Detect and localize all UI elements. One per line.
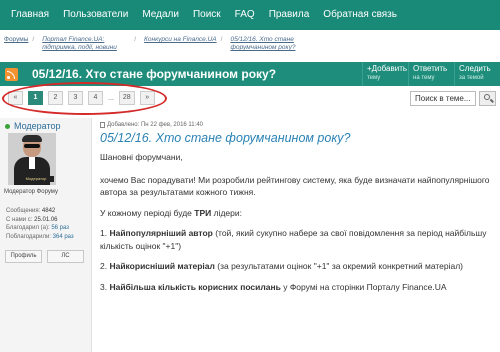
post-meta: Добавлено: Пн 22 фев, 2016 11:40: [100, 122, 490, 128]
page-ellipsis: ...: [108, 94, 114, 102]
item-2-text: (за результатами оцінок "+1" за окремий …: [214, 261, 464, 271]
search-icon-handle: [490, 98, 494, 103]
page-prev-button[interactable]: «: [8, 91, 23, 105]
reply-label: Ответить: [413, 64, 448, 73]
watch-topic-label: Следить: [459, 64, 491, 73]
leaders-prefix: У кожному періоді буде: [100, 207, 195, 218]
reply-button[interactable]: Ответить на тему: [408, 62, 454, 86]
post-author-panel: Модератор Модератор Модератор Форуму Соо…: [0, 118, 92, 352]
private-message-button[interactable]: ЛС: [47, 250, 84, 263]
breadcrumb-link-forums[interactable]: Форумы: [4, 36, 28, 44]
watch-topic-sublabel: за темой: [459, 75, 484, 81]
post-icon: [100, 122, 105, 128]
page-button-2[interactable]: 2: [48, 91, 63, 105]
leaders-suffix: лідери:: [211, 207, 242, 218]
leaders-count: ТРИ: [194, 207, 212, 218]
item-2-title: Найкорисніший матеріал: [109, 261, 215, 271]
page-button-last[interactable]: 28: [118, 91, 135, 105]
stat-messages-label: Сообщения:: [6, 208, 41, 214]
post-author: Модератор: [5, 121, 91, 131]
profile-button[interactable]: Профиль: [5, 250, 42, 263]
nav-rules[interactable]: Правила: [262, 0, 317, 30]
nav-feedback[interactable]: Обратная связь: [316, 0, 404, 30]
breadcrumb-separator: /: [220, 36, 223, 43]
breadcrumb-item-contests: Конкурси на Finance.UA /: [144, 36, 226, 44]
post-item-1: 1. Найпопулярніший автор (той, який суку…: [100, 227, 490, 252]
nav-search[interactable]: Поиск: [186, 0, 228, 30]
stat-messages: Сообщения: 4842: [6, 207, 74, 216]
breadcrumb-separator: /: [32, 36, 35, 43]
avatar-caption: Модератор: [18, 176, 54, 182]
avatar-shirt: [29, 157, 35, 169]
stat-since-value: 25.01.06: [34, 216, 58, 223]
post-heading: 05/12/16. Хто стане форумчанином року?: [100, 131, 351, 145]
post-date: Добавлено: Пн 22 фев, 2016 11:40: [107, 122, 203, 128]
breadcrumb-item-forums: Форумы /: [4, 36, 38, 44]
breadcrumb-link-contests[interactable]: Конкурси на Finance.UA: [144, 36, 217, 44]
breadcrumb: Форумы / Портал Finance.UA: підтримка, п…: [0, 30, 500, 60]
page-button-1[interactable]: 1: [28, 91, 43, 105]
pagination-row: « 1 2 3 4 ... 28 » Поиск в теме...: [0, 90, 500, 110]
search-button[interactable]: [479, 91, 496, 106]
add-topic-sublabel: тему: [367, 75, 381, 81]
topic-actions: +Добавить тему Ответить на тему Следить …: [362, 62, 500, 86]
topic-title-bar: 05/12/16. Хто стане форумчанином року? +…: [0, 62, 500, 86]
author-stats: Сообщения: 4842 С нами с: 25.01.06 Благо…: [6, 207, 74, 241]
nav-home[interactable]: Главная: [4, 0, 56, 30]
item-1-title: Найпопулярніший автор: [109, 228, 213, 238]
avatar-hair: [22, 135, 42, 142]
author-name[interactable]: Модератор: [14, 121, 61, 131]
avatar: Модератор: [8, 133, 56, 185]
nav-faq[interactable]: FAQ: [228, 0, 262, 30]
rss-icon[interactable]: [5, 67, 18, 81]
topic-title: 05/12/16. Хто стане форумчанином року?: [32, 67, 277, 81]
breadcrumb-link-topic[interactable]: 05/12/16. Хто стане форумчанином року?: [230, 36, 320, 52]
post-intro: хочемо Вас порадувати! Ми розробили рейт…: [100, 174, 490, 198]
stat-thanked-label: Благодарил (а):: [6, 225, 50, 231]
author-role: Модератор Форуму: [4, 189, 58, 195]
online-status-icon: [5, 123, 10, 129]
stat-since: С нами с: 25.01.06: [6, 216, 74, 225]
page-button-4[interactable]: 4: [88, 91, 103, 105]
stat-thanks-value[interactable]: 364 раз: [53, 234, 74, 240]
nav-users[interactable]: Пользователи: [56, 0, 135, 30]
stat-thanks-label: Поблагодарили:: [6, 233, 51, 240]
post-item-2: 2. Найкорисніший матеріал (за результата…: [100, 260, 490, 273]
breadcrumb-separator: /: [134, 36, 137, 43]
post-item-3: 3. Найбільша кількість корисних посилань…: [100, 281, 490, 294]
stat-thanks: Поблагодарили: 364 раз: [6, 233, 74, 242]
breadcrumb-link-portal[interactable]: Портал Finance.UA: підтримка, події, нов…: [42, 36, 130, 52]
stat-thanked-value[interactable]: 56 раз: [51, 225, 69, 231]
breadcrumb-item-topic: 05/12/16. Хто стане форумчанином року?: [230, 36, 320, 52]
breadcrumb-item-portal: Портал Finance.UA: підтримка, події, нов…: [42, 36, 140, 52]
item-3-title: Найбільша кількість корисних посилань: [109, 281, 281, 292]
pagination: « 1 2 3 4 ... 28 »: [8, 91, 160, 105]
stat-thanked: Благодарил (а): 56 раз: [6, 224, 74, 233]
topic-search-input[interactable]: Поиск в теме...: [410, 91, 476, 106]
page-button-3[interactable]: 3: [68, 91, 83, 105]
page-next-button[interactable]: »: [139, 91, 155, 105]
add-topic-button[interactable]: +Добавить тему: [362, 62, 408, 86]
watch-topic-button[interactable]: Следить за темой: [454, 62, 500, 86]
avatar-glasses: [24, 144, 40, 148]
post-greeting: Шановні форумчани,: [100, 152, 183, 162]
stat-messages-value: 4842: [41, 208, 56, 214]
top-nav: Главная Пользователи Медали Поиск FAQ Пр…: [0, 0, 500, 30]
post: Модератор Модератор Модератор Форуму Соо…: [0, 118, 500, 352]
nav-medals[interactable]: Медали: [135, 0, 186, 30]
stat-since-label: С нами с:: [6, 216, 33, 223]
add-topic-label: +Добавить: [367, 64, 408, 73]
post-leaders-line: У кожному періоді буде ТРИ лідери:: [100, 207, 490, 220]
reply-sublabel: на тему: [413, 75, 435, 81]
post-content: Добавлено: Пн 22 фев, 2016 11:40 05/12/1…: [100, 118, 490, 293]
item-3-text: у Форумі на сторінки Порталу Finance.UA: [280, 281, 447, 292]
